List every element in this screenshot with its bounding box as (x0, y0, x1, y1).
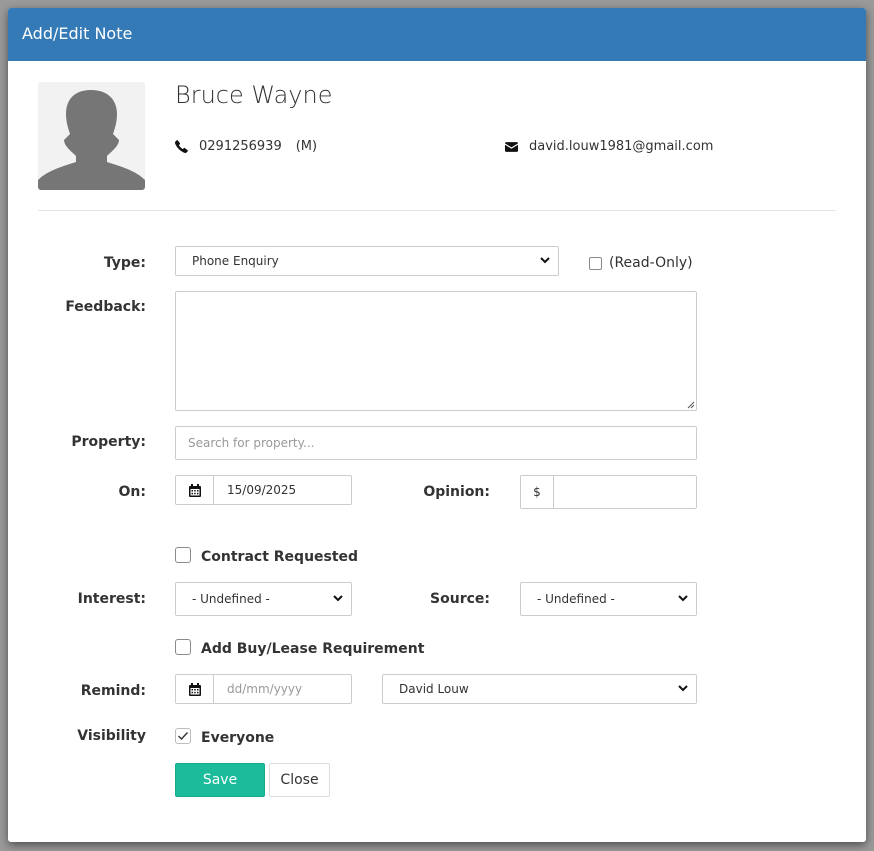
phone-icon (175, 140, 188, 153)
contact-photo (38, 82, 145, 190)
interest-value: - Undefined - (192, 592, 270, 606)
contract-requested-label: Contract Requested (201, 549, 359, 565)
property-placeholder: Search for property... (188, 436, 315, 450)
read-only-checkbox[interactable] (589, 257, 602, 270)
buy-lease-label: Add Buy/Lease Requirement (201, 641, 425, 657)
currency-addon: $ (521, 476, 554, 508)
opinion-input[interactable]: $ (520, 475, 697, 509)
type-label: Type: (103, 255, 146, 271)
source-value: - Undefined - (537, 592, 615, 606)
opinion-label: Opinion: (423, 484, 490, 500)
chevron-down-icon (678, 685, 688, 692)
contact-phone: 0291256939 (M) (175, 139, 317, 154)
modal-title: Add/Edit Note (22, 24, 133, 43)
source-label: Source: (430, 591, 490, 607)
remind-assignee-select[interactable]: David Louw (382, 674, 697, 704)
user-silhouette-icon (38, 90, 145, 190)
currency-symbol: $ (533, 485, 541, 499)
chevron-down-icon (333, 595, 343, 602)
visibility-label: Visibility (77, 728, 146, 744)
on-date-value: 15/09/2025 (227, 483, 297, 497)
property-search-input[interactable]: Search for property... (175, 426, 697, 460)
phone-type: (M) (295, 139, 318, 154)
save-button[interactable]: Save (175, 763, 265, 797)
interest-select[interactable]: - Undefined - (175, 582, 352, 616)
feedback-label: Feedback: (65, 299, 146, 315)
email-address[interactable]: david.louw1981@gmail.com (529, 139, 713, 154)
buy-lease-checkbox[interactable] (175, 639, 191, 655)
calendar-icon (188, 682, 201, 696)
remind-date-placeholder: dd/mm/yyyy (227, 682, 303, 696)
calendar-addon[interactable] (176, 476, 214, 504)
calendar-addon[interactable] (176, 675, 214, 703)
feedback-textarea[interactable] (175, 291, 697, 411)
add-edit-note-modal: Add/Edit Note Bruce Wayne 0291256939 (M)… (8, 8, 866, 842)
source-select[interactable]: - Undefined - (520, 582, 697, 616)
chevron-down-icon (678, 595, 688, 602)
property-label: Property: (71, 434, 146, 450)
remind-date-input[interactable]: dd/mm/yyyy (175, 674, 352, 704)
modal-header: Add/Edit Note (8, 8, 866, 61)
phone-number[interactable]: 0291256939 (199, 139, 282, 154)
section-divider (38, 210, 836, 211)
everyone-label: Everyone (201, 730, 275, 746)
contact-email: david.louw1981@gmail.com (505, 139, 713, 154)
close-button[interactable]: Close (269, 763, 330, 797)
remind-label: Remind: (80, 683, 146, 699)
contract-requested-checkbox[interactable] (175, 547, 191, 563)
resize-handle-icon[interactable] (687, 401, 695, 409)
type-value: Phone Enquiry (192, 254, 279, 268)
read-only-label: (Read-Only) (609, 255, 693, 271)
everyone-checkbox[interactable] (175, 728, 191, 744)
envelope-icon (505, 141, 518, 152)
checkmark-icon (178, 732, 189, 741)
on-date-input[interactable]: 15/09/2025 (175, 475, 352, 505)
type-select[interactable]: Phone Enquiry (175, 246, 559, 276)
on-label: On: (118, 484, 146, 500)
calendar-icon (188, 483, 201, 497)
remind-assignee-value: David Louw (399, 682, 469, 696)
chevron-down-icon (540, 257, 550, 264)
interest-label: Interest: (77, 591, 146, 607)
contact-name: Bruce Wayne (175, 81, 333, 109)
